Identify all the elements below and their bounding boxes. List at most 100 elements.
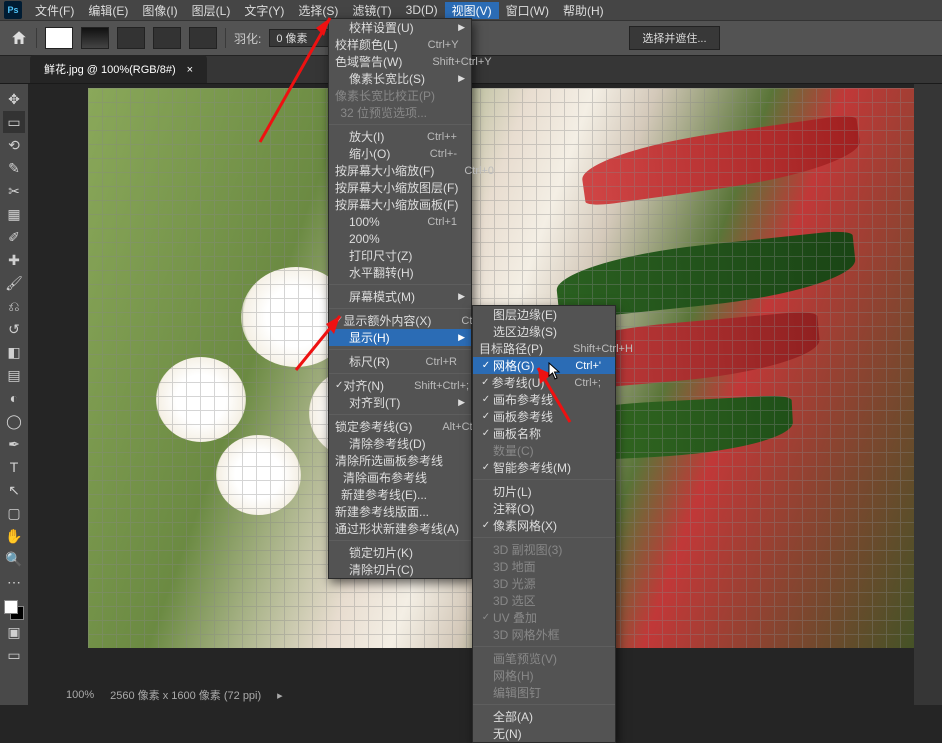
view-menu-item[interactable]: 打印尺寸(Z) bbox=[329, 247, 471, 264]
quickmask-tool[interactable]: ▣ bbox=[3, 621, 25, 643]
lasso-tool[interactable]: ⟲ bbox=[3, 134, 25, 156]
show-submenu-item[interactable]: ✓网格(G)Ctrl+' bbox=[473, 357, 615, 374]
menu-item-label: 放大(I) bbox=[349, 128, 427, 145]
show-submenu-item[interactable]: 注释(O) bbox=[473, 500, 615, 517]
stamp-tool[interactable]: ⎌ bbox=[3, 295, 25, 317]
eyedropper-tool[interactable]: ✐ bbox=[3, 226, 25, 248]
view-menu-item[interactable]: 100%Ctrl+1 bbox=[329, 213, 471, 230]
show-submenu-item[interactable]: ✓智能参考线(M) bbox=[473, 459, 615, 476]
menu-window[interactable]: 窗口(W) bbox=[499, 2, 556, 19]
menu-item-label: 锁定切片(K) bbox=[349, 544, 457, 561]
history-brush-tool[interactable]: ↺ bbox=[3, 318, 25, 340]
int-sel-icon[interactable] bbox=[189, 27, 217, 49]
zoom-tool[interactable]: 🔍 bbox=[3, 548, 25, 570]
view-menu-item[interactable]: 水平翻转(H) bbox=[329, 264, 471, 281]
zoom-level[interactable]: 100% bbox=[66, 689, 94, 701]
close-tab-icon[interactable]: × bbox=[187, 64, 193, 76]
marquee-tool[interactable]: ▭ bbox=[3, 111, 25, 133]
brush-tool[interactable]: 🖌 bbox=[3, 272, 25, 294]
healing-tool[interactable]: ✚ bbox=[3, 249, 25, 271]
menu-item-label: 水平翻转(H) bbox=[349, 264, 457, 281]
menu-image[interactable]: 图像(I) bbox=[135, 2, 184, 19]
view-menu-item[interactable]: 清除参考线(D) bbox=[329, 435, 471, 452]
menu-text[interactable]: 文字(Y) bbox=[237, 2, 291, 19]
menu-help[interactable]: 帮助(H) bbox=[556, 2, 611, 19]
frame-tool[interactable]: ▦ bbox=[3, 203, 25, 225]
menu-3d[interactable]: 3D(D) bbox=[399, 3, 445, 17]
show-submenu-item[interactable]: 无(N) bbox=[473, 725, 615, 742]
show-submenu-item[interactable]: 选区边缘(S) bbox=[473, 323, 615, 340]
view-menu-item[interactable]: 色域警告(W)Shift+Ctrl+Y bbox=[329, 53, 471, 70]
view-menu-item[interactable]: 按屏幕大小缩放图层(F) bbox=[329, 179, 471, 196]
show-submenu-item[interactable]: 图层边缘(E) bbox=[473, 306, 615, 323]
dodge-tool[interactable]: ◯ bbox=[3, 410, 25, 432]
view-menu-item[interactable]: 200% bbox=[329, 230, 471, 247]
sub-sel-icon[interactable] bbox=[153, 27, 181, 49]
view-menu-item[interactable]: 清除所选画板参考线 bbox=[329, 452, 471, 469]
add-sel-icon[interactable] bbox=[117, 27, 145, 49]
path-select-tool[interactable]: ↖ bbox=[3, 479, 25, 501]
show-submenu-item[interactable]: ✓画板参考线 bbox=[473, 408, 615, 425]
document-tab[interactable]: 鲜花.jpg @ 100%(RGB/8#) × bbox=[30, 55, 207, 83]
fg-color[interactable] bbox=[4, 600, 18, 614]
menu-select[interactable]: 选择(S) bbox=[291, 2, 345, 19]
right-collapsed-panels[interactable] bbox=[914, 84, 942, 705]
select-and-mask-button[interactable]: 选择并遮住... bbox=[629, 26, 719, 50]
document-tab-title: 鲜花.jpg @ 100%(RGB/8#) bbox=[44, 64, 176, 76]
pen-tool[interactable]: ✒ bbox=[3, 433, 25, 455]
new-sel-icon[interactable] bbox=[81, 27, 109, 49]
menu-item-label: 校样设置(U) bbox=[349, 19, 457, 36]
view-menu-item[interactable]: 通过形状新建参考线(A) bbox=[329, 520, 471, 537]
show-submenu-item[interactable]: ✓参考线(U)Ctrl+; bbox=[473, 374, 615, 391]
menu-file[interactable]: 文件(F) bbox=[28, 2, 81, 19]
show-submenu-item[interactable]: ✓像素网格(X) bbox=[473, 517, 615, 534]
shape-tool[interactable]: ▢ bbox=[3, 502, 25, 524]
more-tools[interactable]: ⋯ bbox=[3, 571, 25, 593]
view-menu-item[interactable]: 清除画布参考线 bbox=[329, 469, 471, 486]
view-menu-item[interactable]: ✓显示额外内容(X)Ctrl+H bbox=[329, 312, 471, 329]
status-arrow-icon[interactable]: ▸ bbox=[277, 689, 283, 702]
swatch-white[interactable] bbox=[45, 27, 73, 49]
menu-item-label: 3D 光源 bbox=[493, 575, 601, 592]
quick-select-tool[interactable]: ✎ bbox=[3, 157, 25, 179]
show-submenu-item[interactable]: 切片(L) bbox=[473, 483, 615, 500]
menu-filter[interactable]: 滤镜(T) bbox=[345, 2, 398, 19]
view-menu-item[interactable]: 锁定切片(K) bbox=[329, 544, 471, 561]
view-menu-item[interactable]: ✓对齐(N)Shift+Ctrl+; bbox=[329, 377, 471, 394]
show-submenu-item[interactable]: ✓画板名称 bbox=[473, 425, 615, 442]
view-menu-item[interactable]: 清除切片(C) bbox=[329, 561, 471, 578]
view-menu-item[interactable]: 校样设置(U)▶ bbox=[329, 19, 471, 36]
screenmode-tool[interactable]: ▭ bbox=[3, 644, 25, 666]
menu-layer[interactable]: 图层(L) bbox=[185, 2, 238, 19]
show-submenu-item[interactable]: ✓画布参考线 bbox=[473, 391, 615, 408]
view-menu-item[interactable]: 放大(I)Ctrl++ bbox=[329, 128, 471, 145]
hand-tool[interactable]: ✋ bbox=[3, 525, 25, 547]
view-menu-item[interactable]: 校样颜色(L)Ctrl+Y bbox=[329, 36, 471, 53]
gradient-tool[interactable]: ▤ bbox=[3, 364, 25, 386]
view-menu-item[interactable]: 像素长宽比(S)▶ bbox=[329, 70, 471, 87]
menu-edit[interactable]: 编辑(E) bbox=[81, 2, 135, 19]
show-submenu-item[interactable]: 目标路径(P)Shift+Ctrl+H bbox=[473, 340, 615, 357]
menu-item-label: 像素网格(X) bbox=[493, 517, 601, 534]
view-menu-item[interactable]: 对齐到(T)▶ bbox=[329, 394, 471, 411]
view-menu-item[interactable]: 锁定参考线(G)Alt+Ctrl+; bbox=[329, 418, 471, 435]
view-menu-item[interactable]: 显示(H)▶ bbox=[329, 329, 471, 346]
menu-view[interactable]: 视图(V) bbox=[445, 2, 499, 19]
eraser-tool[interactable]: ◧ bbox=[3, 341, 25, 363]
view-menu-item[interactable]: 按屏幕大小缩放(F)Ctrl+0 bbox=[329, 162, 471, 179]
home-icon[interactable] bbox=[10, 29, 28, 47]
view-menu-item[interactable]: 新建参考线(E)... bbox=[329, 486, 471, 503]
view-menu-item[interactable]: 屏幕模式(M)▶ bbox=[329, 288, 471, 305]
move-tool[interactable]: ✥ bbox=[3, 88, 25, 110]
crop-tool[interactable]: ✂ bbox=[3, 180, 25, 202]
blur-tool[interactable]: ◐ bbox=[3, 387, 25, 409]
view-menu-item[interactable]: 新建参考线版面... bbox=[329, 503, 471, 520]
menu-item-label: 无(N) bbox=[493, 725, 601, 742]
view-menu-item[interactable]: 缩小(O)Ctrl+- bbox=[329, 145, 471, 162]
view-menu-item[interactable]: 按屏幕大小缩放画板(F) bbox=[329, 196, 471, 213]
show-submenu-item[interactable]: 全部(A) bbox=[473, 708, 615, 725]
type-tool[interactable]: T bbox=[3, 456, 25, 478]
view-menu-item[interactable]: 标尺(R)Ctrl+R bbox=[329, 353, 471, 370]
color-swatch[interactable] bbox=[4, 600, 24, 620]
view-menu-item: 像素长宽比校正(P) bbox=[329, 87, 471, 104]
